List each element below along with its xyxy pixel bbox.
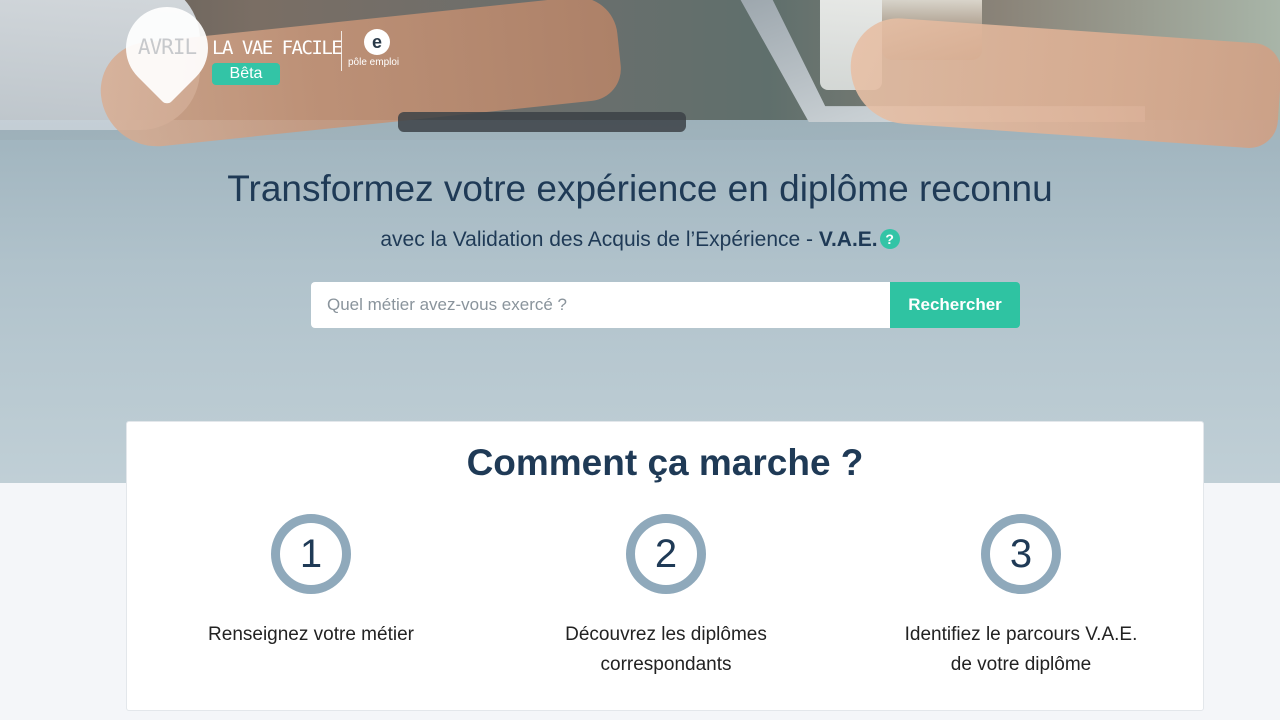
help-icon[interactable]: ? — [879, 229, 900, 249]
step-text-line: Renseignez votre métier — [208, 624, 414, 645]
step-description: Identifiez le parcours V.A.E. de votre d… — [861, 620, 1181, 680]
step-text-line: de votre diplôme — [950, 654, 1092, 675]
hero-photo-phone — [398, 112, 686, 132]
step-text-line: Identifiez le parcours V.A.E. — [904, 624, 1138, 645]
logo-divider — [341, 31, 342, 71]
search-button[interactable]: Rechercher — [890, 282, 1020, 328]
site-logo[interactable]: AVRIL LA VAE FACILE e pôle emploi Bêta — [109, 0, 416, 106]
step-text-line: correspondants — [600, 654, 732, 675]
pole-emploi-label: pôle emploi — [348, 57, 400, 68]
logo-avril-text: AVRIL — [137, 35, 197, 59]
how-it-works-title: Comment ça marche ? — [466, 442, 864, 483]
step-number-badge: 1 — [271, 514, 351, 594]
hero-title: Transformez votre expérience en diplôme … — [227, 168, 1053, 209]
hero-subtitle-text: avec la Validation des Acquis de l’Expér… — [380, 228, 819, 251]
step-number-badge: 3 — [981, 514, 1061, 594]
step-description: Renseignez votre métier — [151, 620, 471, 650]
hero-subtitle: avec la Validation des Acquis de l’Expér… — [0, 228, 1280, 252]
step-number-badge: 2 — [626, 514, 706, 594]
step-3: 3 Identifiez le parcours V.A.E. de votre… — [861, 514, 1181, 680]
step-text-line: Découvrez les diplômes — [565, 624, 767, 645]
step-1: 1 Renseignez votre métier — [151, 514, 471, 650]
pole-emploi-icon: e — [364, 29, 390, 55]
step-description: Découvrez les diplômes correspondants — [506, 620, 826, 680]
how-it-works-card: Comment ça marche ? 1 Renseignez votre m… — [126, 421, 1204, 711]
hero-banner: AVRIL LA VAE FACILE e pôle emploi Bêta T… — [0, 0, 1280, 483]
vae-acronym: V.A.E. — [818, 228, 878, 251]
beta-badge: Bêta — [212, 63, 280, 85]
logo-tagline: LA VAE FACILE — [212, 37, 343, 59]
step-2: 2 Découvrez les diplômes correspondants — [506, 514, 826, 680]
search-input[interactable] — [311, 282, 890, 328]
